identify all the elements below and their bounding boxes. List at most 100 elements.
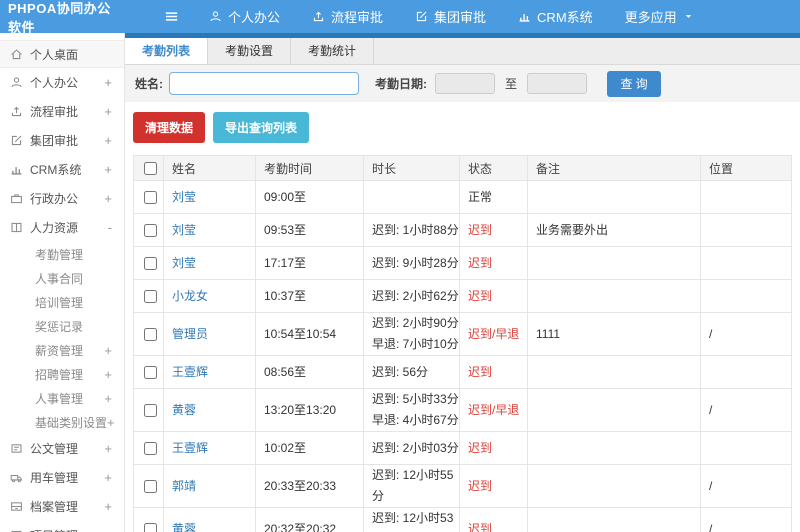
table-row: 刘莹 09:00至 正常 [133, 180, 792, 214]
expand-icon[interactable]: + [104, 528, 112, 532]
sidebar-item-reward-punishment[interactable]: 奖惩记录 [0, 314, 124, 338]
expand-icon[interactable]: + [104, 470, 112, 485]
expand-icon[interactable]: + [104, 367, 112, 382]
sidebar-item-archive-management[interactable]: 档案管理 + [0, 492, 124, 521]
employee-name-link[interactable]: 刘莹 [172, 256, 196, 270]
sidebar-item-label: 公文管理 [30, 442, 79, 456]
expand-icon[interactable]: + [104, 191, 112, 206]
expand-icon[interactable]: + [104, 343, 112, 358]
employee-name-link[interactable]: 小龙女 [172, 289, 208, 303]
sidebar-item-group-approval[interactable]: 集团审批 + [0, 126, 124, 155]
date-to-input[interactable] [527, 73, 588, 94]
status-cell: 迟到 [459, 246, 528, 280]
chart-icon [518, 10, 531, 23]
expand-icon[interactable]: + [104, 499, 112, 514]
sidebar-item-label: 培训管理 [35, 295, 84, 310]
car-icon [10, 471, 23, 484]
nav-item-workflow-approval[interactable]: 流程审批 [312, 7, 383, 26]
archive-icon [10, 500, 23, 513]
sidebar-item-basic-category-settings[interactable]: 基础类别设置 + [0, 410, 124, 434]
tab-attendance-list[interactable]: 考勤列表 [125, 38, 209, 64]
employee-name-link[interactable]: 王壹辉 [172, 365, 208, 379]
sidebar-item-admin-office[interactable]: 行政办公 + [0, 184, 124, 213]
table-row: 王壹辉 10:02至 迟到: 2小时03分 迟到 [133, 431, 792, 465]
row-checkbox[interactable] [144, 441, 157, 455]
row-checkbox[interactable] [144, 479, 157, 493]
nav-item-more-apps[interactable]: 更多应用 [625, 7, 694, 26]
duration-cell: 迟到: 56分 [363, 355, 460, 389]
row-checkbox[interactable] [144, 289, 157, 303]
select-all-checkbox[interactable] [144, 162, 157, 176]
tab-attendance-statistics[interactable]: 考勤统计 [291, 38, 375, 64]
row-checkbox[interactable] [144, 223, 157, 237]
row-checkbox[interactable] [144, 190, 157, 204]
sidebar-item-salary-management[interactable]: 薪资管理 + [0, 338, 124, 362]
sidebar-item-project-management[interactable]: 项目管理 + [0, 521, 124, 532]
app-brand: PHPOA协同办公软件 [8, 0, 111, 35]
export-list-button[interactable]: 导出查询列表 [213, 112, 310, 143]
employee-name-link[interactable]: 黄蓉 [172, 403, 196, 417]
nav-item-crm-system[interactable]: CRM系统 [518, 7, 593, 26]
name-cell: 黄蓉 [163, 388, 256, 432]
row-select-cell [133, 464, 164, 508]
expand-icon[interactable]: + [104, 441, 112, 456]
row-checkbox[interactable] [144, 365, 157, 379]
sidebar-item-recruitment-management[interactable]: 招聘管理 + [0, 362, 124, 386]
table-row: 郭靖 20:33至20:33 迟到: 12小时55分 迟到 / [133, 464, 792, 508]
collapse-icon[interactable]: - [108, 220, 112, 235]
sidebar-item-label: 行政办公 [30, 192, 79, 206]
location-cell [700, 246, 792, 280]
expand-icon[interactable]: + [104, 162, 112, 177]
sidebar: 个人桌面 个人办公 + 流程审批 + 集团审批 + CRM系统 + 行政办公 + 人力资源 - 考勤管理… [0, 33, 125, 532]
search-button[interactable]: 查 询 [607, 70, 662, 97]
sidebar-item-personal-office[interactable]: 个人办公 + [0, 68, 124, 97]
filter-bar: 姓名: 考勤日期: 至 查 询 [125, 65, 800, 102]
sidebar-item-label: 个人桌面 [30, 47, 79, 62]
attendance-time-cell: 10:37至 [255, 279, 364, 313]
note-cell [527, 355, 701, 389]
clean-data-button[interactable]: 清理数据 [133, 112, 206, 143]
sidebar-item-personnel-management[interactable]: 人事管理 + [0, 386, 124, 410]
sidebar-item-attendance-management[interactable]: 考勤管理 [0, 242, 124, 266]
nav-item-personal-office[interactable]: 个人办公 [209, 7, 280, 26]
sidebar-item-label: 个人办公 [30, 76, 79, 90]
name-input[interactable] [169, 72, 359, 95]
employee-name-link[interactable]: 管理员 [172, 327, 208, 341]
sidebar-item-vehicle-management[interactable]: 用车管理 + [0, 463, 124, 492]
employee-name-link[interactable]: 刘莹 [172, 223, 196, 237]
sidebar-item-personnel-contract[interactable]: 人事合同 [0, 266, 124, 290]
attendance-time-cell: 08:56至 [255, 355, 364, 389]
column-header: 状态 [459, 155, 528, 181]
chart-icon [10, 163, 23, 176]
row-checkbox[interactable] [144, 522, 157, 532]
row-select-cell [133, 431, 164, 465]
sidebar-item-document-management[interactable]: 公文管理 + [0, 434, 124, 463]
nav-item-group-approval[interactable]: 集团审批 [415, 7, 486, 26]
sidebar-item-training-management[interactable]: 培训管理 [0, 290, 124, 314]
expand-icon[interactable]: + [104, 75, 112, 90]
status-cell: 迟到 [459, 507, 528, 532]
employee-name-link[interactable]: 郭靖 [172, 479, 196, 493]
tab-attendance-settings[interactable]: 考勤设置 [208, 38, 292, 64]
expand-icon[interactable]: + [104, 391, 112, 406]
sidebar-item-workflow-approval[interactable]: 流程审批 + [0, 97, 124, 126]
date-from-input[interactable] [435, 73, 495, 94]
expand-icon[interactable]: + [104, 133, 112, 148]
employee-name-link[interactable]: 黄蓉 [172, 522, 196, 532]
location-cell [700, 431, 792, 465]
row-checkbox[interactable] [144, 327, 157, 341]
expand-icon[interactable]: + [104, 104, 112, 119]
edit-icon [10, 134, 23, 147]
location-cell [700, 355, 792, 389]
employee-name-link[interactable]: 王壹辉 [172, 441, 208, 455]
table-row: 王壹辉 08:56至 迟到: 56分 迟到 [133, 355, 792, 389]
menu-toggle-button[interactable] [164, 9, 179, 24]
row-checkbox[interactable] [144, 403, 157, 417]
sidebar-item-human-resources[interactable]: 人力资源 - [0, 213, 124, 242]
sidebar-item-crm-system[interactable]: CRM系统 + [0, 155, 124, 184]
row-checkbox[interactable] [144, 256, 157, 270]
row-select-cell [133, 355, 164, 389]
sidebar-item-personal-desktop[interactable]: 个人桌面 [0, 40, 124, 68]
employee-name-link[interactable]: 刘莹 [172, 190, 196, 204]
expand-icon[interactable]: + [107, 415, 115, 430]
